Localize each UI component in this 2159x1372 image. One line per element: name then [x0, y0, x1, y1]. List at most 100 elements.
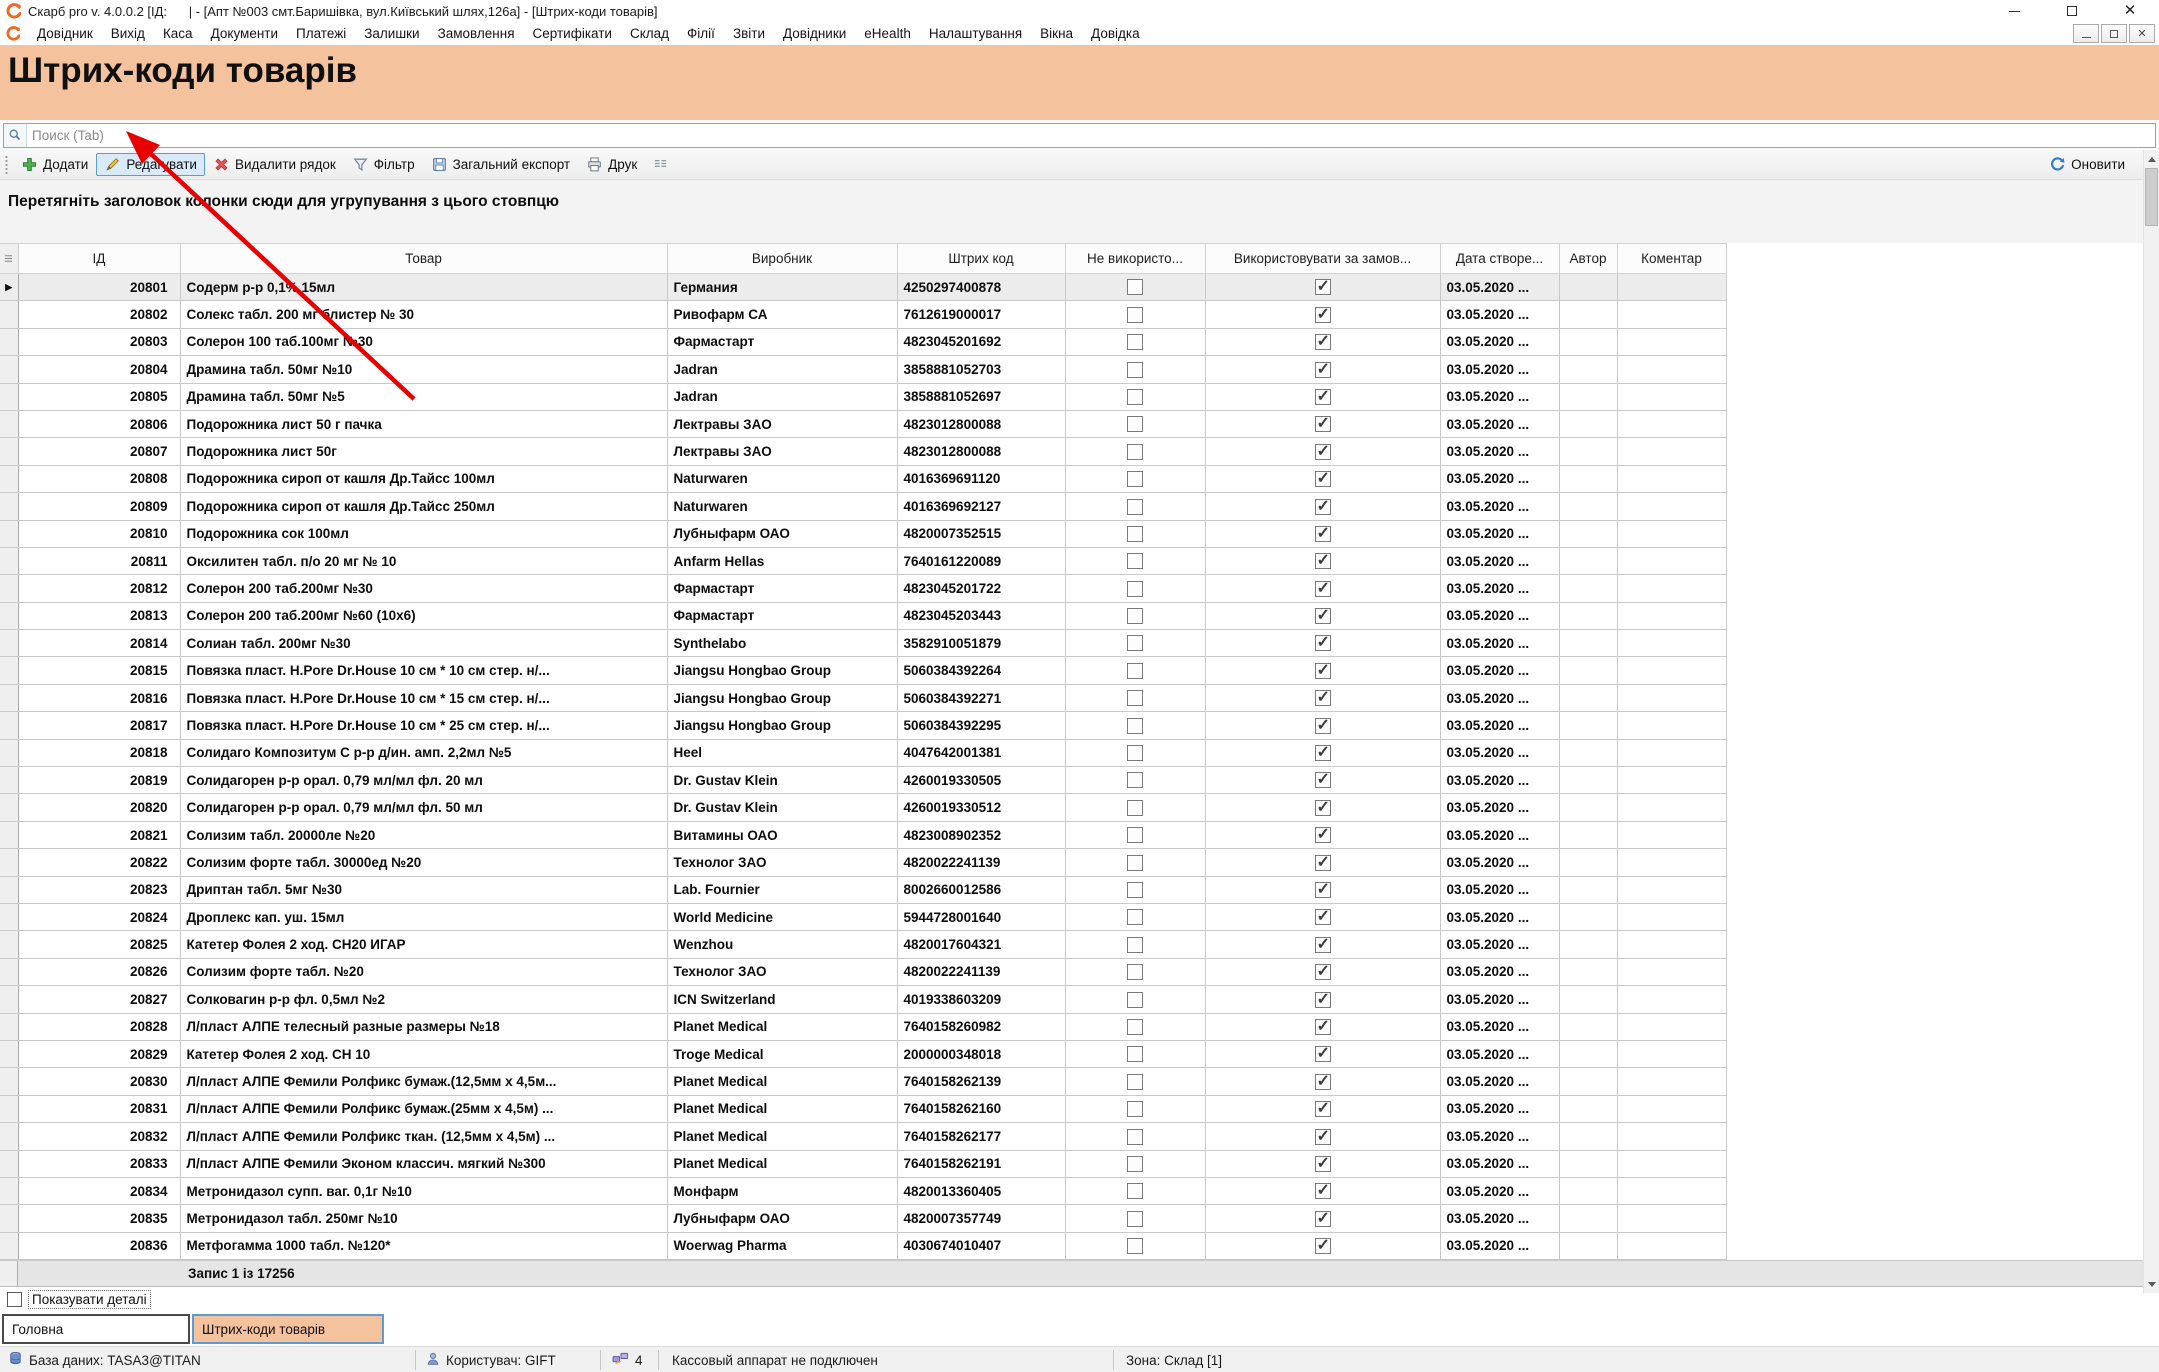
not-used-checkbox[interactable] — [1127, 745, 1143, 761]
not-used-checkbox[interactable] — [1127, 389, 1143, 405]
use-by-order-checkbox[interactable] — [1315, 499, 1331, 515]
not-used-checkbox[interactable] — [1127, 362, 1143, 378]
table-row[interactable]: 20816Повязка пласт. H.Pore Dr.House 10 с… — [0, 684, 2143, 711]
use-by-order-checkbox[interactable] — [1315, 663, 1331, 679]
not-used-checkbox[interactable] — [1127, 307, 1143, 323]
menu-item-9[interactable]: Склад — [621, 26, 678, 41]
use-by-order-checkbox[interactable] — [1315, 635, 1331, 651]
table-row[interactable]: 20817Повязка пласт. H.Pore Dr.House 10 с… — [0, 712, 2143, 739]
not-used-checkbox[interactable] — [1127, 416, 1143, 432]
use-by-order-checkbox[interactable] — [1315, 855, 1331, 871]
use-by-order-checkbox[interactable] — [1315, 992, 1331, 1008]
vertical-scrollbar[interactable] — [2143, 150, 2159, 1293]
table-row[interactable]: 20807Подорожника лист 50гЛектравы ЗАО482… — [0, 438, 2143, 465]
use-by-order-checkbox[interactable] — [1315, 964, 1331, 980]
table-row[interactable]: 20830Л/пласт АЛПЕ Фемили Ролфикс бумаж.(… — [0, 1068, 2143, 1095]
table-row[interactable]: 20811Оксилитен табл. п/о 20 мг № 10Anfar… — [0, 547, 2143, 574]
use-by-order-checkbox[interactable] — [1315, 1046, 1331, 1062]
export-button[interactable]: Загальний експорт — [423, 153, 579, 176]
filter-button[interactable]: Фільтр — [344, 153, 423, 176]
use-by-order-checkbox[interactable] — [1315, 1101, 1331, 1117]
column-header-2[interactable]: Товар — [180, 244, 667, 274]
not-used-checkbox[interactable] — [1127, 471, 1143, 487]
table-row[interactable]: 20824Дроплекс кап. уш. 15млWorld Medicin… — [0, 903, 2143, 930]
scroll-up-icon[interactable] — [2144, 151, 2159, 167]
table-row[interactable]: 20833Л/пласт АЛПЕ Фемили Эконом классич.… — [0, 1150, 2143, 1177]
table-row[interactable]: 20831Л/пласт АЛПЕ Фемили Ролфикс бумаж.(… — [0, 1095, 2143, 1122]
menu-item-14[interactable]: Налаштування — [920, 26, 1031, 41]
tab-barcodes[interactable]: Штрих-коди товарів — [192, 1314, 384, 1344]
use-by-order-checkbox[interactable] — [1315, 389, 1331, 405]
not-used-checkbox[interactable] — [1127, 964, 1143, 980]
table-row[interactable]: 20835Метронидазол табл. 250мг №10Лубныфа… — [0, 1205, 2143, 1232]
menu-item-11[interactable]: Звіти — [724, 26, 774, 41]
not-used-checkbox[interactable] — [1127, 608, 1143, 624]
table-row[interactable]: 20808Подорожника сироп от кашля Др.Тайсс… — [0, 465, 2143, 492]
use-by-order-checkbox[interactable] — [1315, 279, 1331, 295]
menu-item-3[interactable]: Каса — [154, 26, 202, 41]
use-by-order-checkbox[interactable] — [1315, 937, 1331, 953]
use-by-order-checkbox[interactable] — [1315, 1183, 1331, 1199]
print-button[interactable]: Друк — [578, 153, 645, 176]
table-row[interactable]: 20836Метфогамма 1000 табл. №120*Woerwag … — [0, 1232, 2143, 1259]
use-by-order-checkbox[interactable] — [1315, 362, 1331, 378]
column-header-6[interactable]: Використовувати за замов... — [1205, 244, 1440, 274]
table-row[interactable]: 20832Л/пласт АЛПЕ Фемили Ролфикс ткан. (… — [0, 1123, 2143, 1150]
mdi-minimize-button[interactable] — [2073, 24, 2099, 43]
use-by-order-checkbox[interactable] — [1315, 581, 1331, 597]
not-used-checkbox[interactable] — [1127, 526, 1143, 542]
table-row[interactable]: 20803Солерон 100 таб.100мг №30Фармастарт… — [0, 328, 2143, 355]
table-row[interactable]: 20812Солерон 200 таб.200мг №30Фармастарт… — [0, 575, 2143, 602]
menu-item-15[interactable]: Вікна — [1031, 26, 1082, 41]
use-by-order-checkbox[interactable] — [1315, 416, 1331, 432]
column-header-7[interactable]: Дата створе... — [1440, 244, 1559, 274]
group-by-zone[interactable]: Перетягніть заголовок колонки сюди для у… — [0, 180, 2143, 243]
not-used-checkbox[interactable] — [1127, 992, 1143, 1008]
use-by-order-checkbox[interactable] — [1315, 1156, 1331, 1172]
not-used-checkbox[interactable] — [1127, 1183, 1143, 1199]
not-used-checkbox[interactable] — [1127, 1211, 1143, 1227]
scrollbar-thumb[interactable] — [2145, 168, 2158, 226]
not-used-checkbox[interactable] — [1127, 937, 1143, 953]
columns-button[interactable] — [645, 153, 678, 176]
show-details-checkbox[interactable] — [7, 1292, 22, 1307]
column-header-9[interactable]: Коментар — [1617, 244, 1726, 274]
not-used-checkbox[interactable] — [1127, 1238, 1143, 1254]
use-by-order-checkbox[interactable] — [1315, 553, 1331, 569]
table-row[interactable]: 20819Солидагорен р-р орал. 0,79 мл/мл фл… — [0, 767, 2143, 794]
use-by-order-checkbox[interactable] — [1315, 1211, 1331, 1227]
use-by-order-checkbox[interactable] — [1315, 307, 1331, 323]
not-used-checkbox[interactable] — [1127, 635, 1143, 651]
menu-item-2[interactable]: Вихід — [102, 26, 154, 41]
not-used-checkbox[interactable] — [1127, 279, 1143, 295]
table-row[interactable]: 20820Солидагорен р-р орал. 0,79 мл/мл фл… — [0, 794, 2143, 821]
menu-item-4[interactable]: Документи — [202, 26, 287, 41]
column-header-1[interactable]: ІД — [18, 244, 180, 274]
refresh-button[interactable]: Оновити — [2041, 153, 2133, 176]
not-used-checkbox[interactable] — [1127, 909, 1143, 925]
not-used-checkbox[interactable] — [1127, 444, 1143, 460]
table-row[interactable]: 20802Солекс табл. 200 мг блистер № 30Рив… — [0, 301, 2143, 328]
table-row[interactable]: 20809Подорожника сироп от кашля Др.Тайсс… — [0, 493, 2143, 520]
table-row[interactable]: 20823Дриптан табл. 5мг №30Lab. Fournier8… — [0, 876, 2143, 903]
table-row[interactable]: 20805Драмина табл. 50мг №5Jadran38588810… — [0, 383, 2143, 410]
not-used-checkbox[interactable] — [1127, 827, 1143, 843]
table-row[interactable]: 20829Катетер Фолея 2 ход. СН 10Troge Med… — [0, 1040, 2143, 1067]
column-header-5[interactable]: Не використо... — [1065, 244, 1205, 274]
use-by-order-checkbox[interactable] — [1315, 471, 1331, 487]
table-row[interactable]: 20815Повязка пласт. H.Pore Dr.House 10 с… — [0, 657, 2143, 684]
edit-button[interactable]: Редагувати — [96, 153, 205, 176]
tab-main[interactable]: Головна — [2, 1314, 190, 1344]
close-button[interactable]: ✕ — [2101, 0, 2159, 22]
delete-row-button[interactable]: Видалити рядок — [205, 153, 344, 176]
column-header-4[interactable]: Штрих код — [897, 244, 1065, 274]
use-by-order-checkbox[interactable] — [1315, 800, 1331, 816]
restore-button[interactable] — [2043, 0, 2101, 22]
table-row[interactable]: 20810Подорожника сок 100млЛубныфарм ОАО4… — [0, 520, 2143, 547]
mdi-restore-button[interactable] — [2101, 24, 2127, 43]
not-used-checkbox[interactable] — [1127, 1074, 1143, 1090]
table-row[interactable]: 20826Солизим форте табл. №20Технолог ЗАО… — [0, 958, 2143, 985]
menu-item-16[interactable]: Довідка — [1082, 26, 1149, 41]
minimize-button[interactable] — [1985, 0, 2043, 22]
menu-item-5[interactable]: Платежі — [287, 26, 355, 41]
